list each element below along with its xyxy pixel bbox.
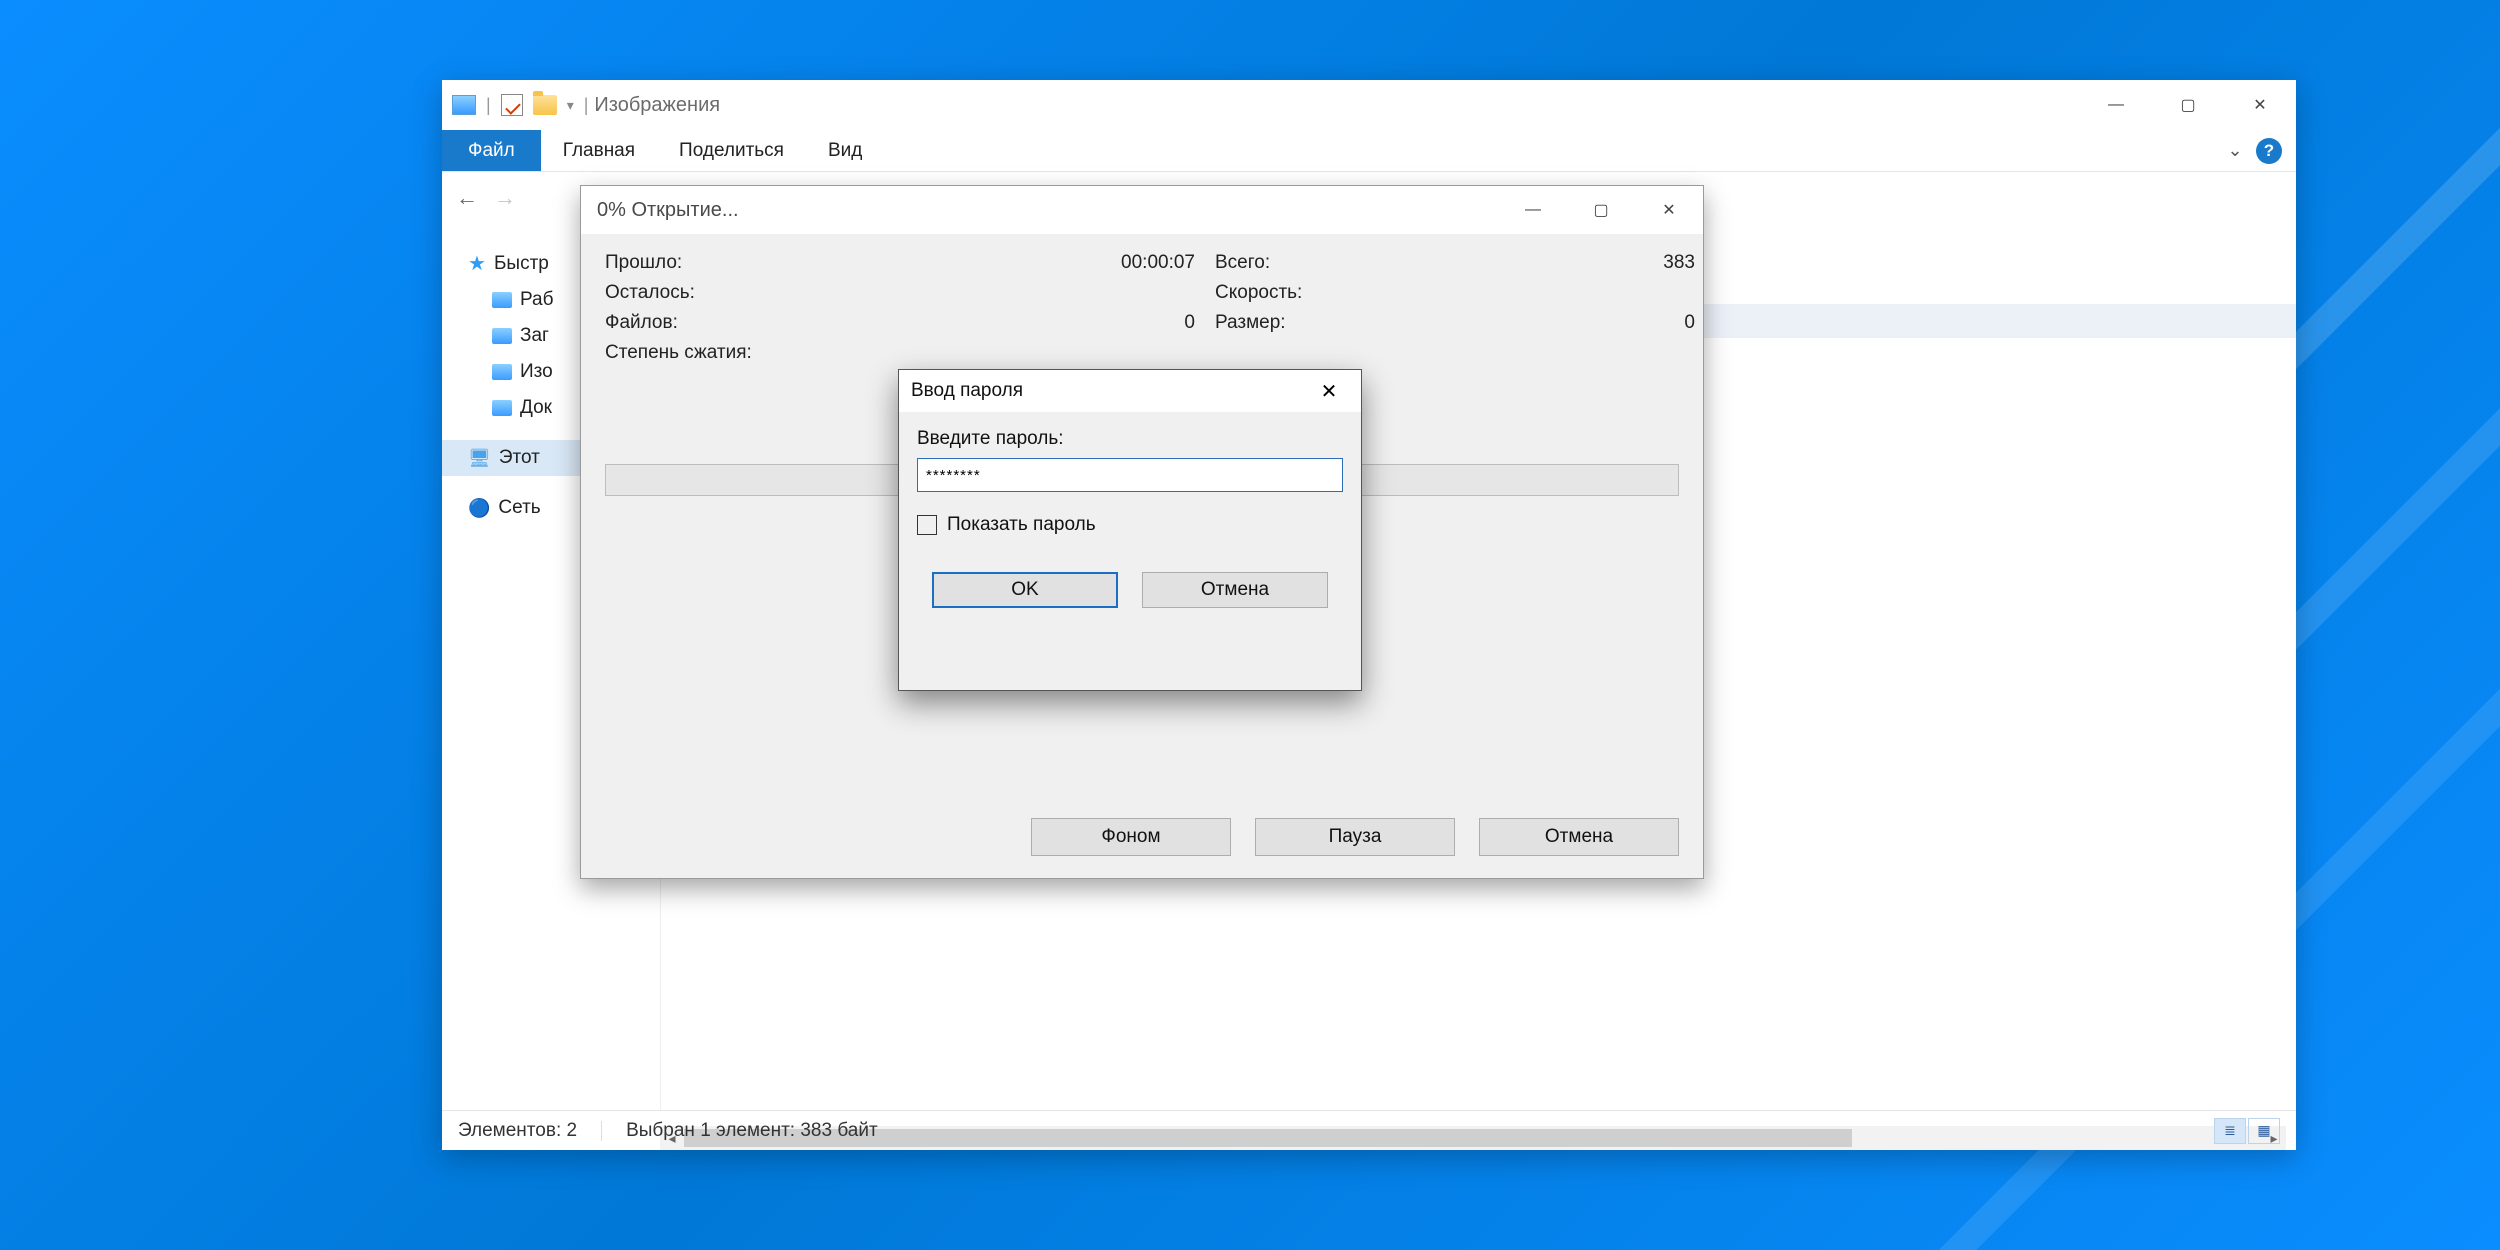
ok-button[interactable]: OK (932, 572, 1118, 608)
sidebar-label: Быстр (494, 253, 549, 275)
label-size: Размер: (1195, 312, 1445, 334)
sidebar-label: Изо (520, 361, 553, 383)
progress-title: 0% Открытие... (597, 199, 739, 222)
status-separator (601, 1121, 602, 1141)
tab-view[interactable]: Вид (806, 130, 884, 171)
sidebar-label: Этот (499, 447, 540, 469)
folder-icon (492, 328, 512, 344)
folder-icon (492, 400, 512, 416)
password-input[interactable] (917, 458, 1343, 492)
background-button[interactable]: Фоном (1031, 818, 1231, 856)
sidebar-label: Док (520, 397, 552, 419)
pc-icon: 🖥 (468, 448, 491, 469)
label-files: Файлов: (605, 312, 945, 334)
sidebar-label: Раб (520, 289, 554, 311)
pause-button[interactable]: Пауза (1255, 818, 1455, 856)
qat-separator-2: | (584, 95, 589, 116)
explorer-titlebar[interactable]: | ▾ | Изображения — ▢ ✕ (442, 80, 2296, 130)
progress-close-button[interactable]: ✕ (1635, 186, 1703, 234)
qat-icons: | ▾ | (452, 94, 588, 116)
show-password-label: Показать пароль (947, 514, 1096, 536)
password-label: Введите пароль: (917, 428, 1343, 450)
password-dialog: Ввод пароля ✕ Введите пароль: Показать п… (898, 369, 1362, 691)
qat-dropdown-icon[interactable]: ▾ (567, 97, 574, 114)
label-elapsed: Прошло: (605, 252, 945, 274)
sidebar-label: Сеть (498, 497, 540, 519)
help-button[interactable]: ? (2256, 138, 2282, 164)
password-title: Ввод пароля (911, 380, 1023, 402)
password-titlebar[interactable]: Ввод пароля ✕ (899, 370, 1361, 412)
maximize-button[interactable]: ▢ (2152, 80, 2224, 130)
sidebar-label: Заг (520, 325, 549, 347)
properties-icon[interactable] (501, 94, 523, 116)
progress-maximize-button[interactable]: ▢ (1567, 186, 1635, 234)
label-total: Всего: (1195, 252, 1445, 274)
show-password-checkbox[interactable]: Показать пароль (917, 514, 1343, 536)
ribbon-tabs: Файл Главная Поделиться Вид ⌄ ? (442, 130, 2296, 172)
tab-file[interactable]: Файл (442, 130, 541, 171)
progress-titlebar[interactable]: 0% Открытие... — ▢ ✕ (581, 186, 1703, 234)
minimize-button[interactable]: — (2080, 80, 2152, 130)
folder-icon (492, 292, 512, 308)
label-remaining: Осталось: (605, 282, 945, 304)
ribbon-collapse-icon[interactable]: ⌄ (2222, 138, 2248, 164)
network-icon: 🔵 (468, 498, 490, 519)
value-elapsed: 00:00:07 (945, 252, 1195, 274)
value-size: 0 (1445, 312, 1695, 334)
checkbox-icon (917, 515, 937, 535)
value-total: 383 (1445, 252, 1695, 274)
window-title: Изображения (594, 94, 720, 117)
value-files: 0 (945, 312, 1195, 334)
folder-icon (492, 364, 512, 380)
view-icons-button[interactable]: ▦ (2248, 1118, 2280, 1144)
label-speed: Скорость: (1195, 282, 1445, 304)
progress-cancel-button[interactable]: Отмена (1479, 818, 1679, 856)
status-items: Элементов: 2 (458, 1120, 577, 1142)
value-remaining (945, 282, 1195, 304)
qat-separator: | (486, 95, 491, 116)
view-details-button[interactable]: ≣ (2214, 1118, 2246, 1144)
tab-home[interactable]: Главная (541, 130, 657, 171)
tab-share[interactable]: Поделиться (657, 130, 806, 171)
label-ratio: Степень сжатия: (605, 342, 945, 364)
new-folder-icon[interactable] (533, 95, 557, 115)
close-button[interactable]: ✕ (2224, 80, 2296, 130)
back-button[interactable]: ← (456, 185, 478, 211)
value-speed (1445, 282, 1695, 304)
status-bar: Элементов: 2 Выбран 1 элемент: 383 байт … (442, 1110, 2296, 1150)
status-selected: Выбран 1 элемент: 383 байт (626, 1120, 878, 1142)
progress-minimize-button[interactable]: — (1499, 186, 1567, 234)
password-close-button[interactable]: ✕ (1309, 379, 1349, 404)
password-cancel-button[interactable]: Отмена (1142, 572, 1328, 608)
star-icon: ★ (468, 251, 486, 276)
pictures-icon (452, 95, 476, 115)
forward-button[interactable]: → (494, 185, 516, 211)
